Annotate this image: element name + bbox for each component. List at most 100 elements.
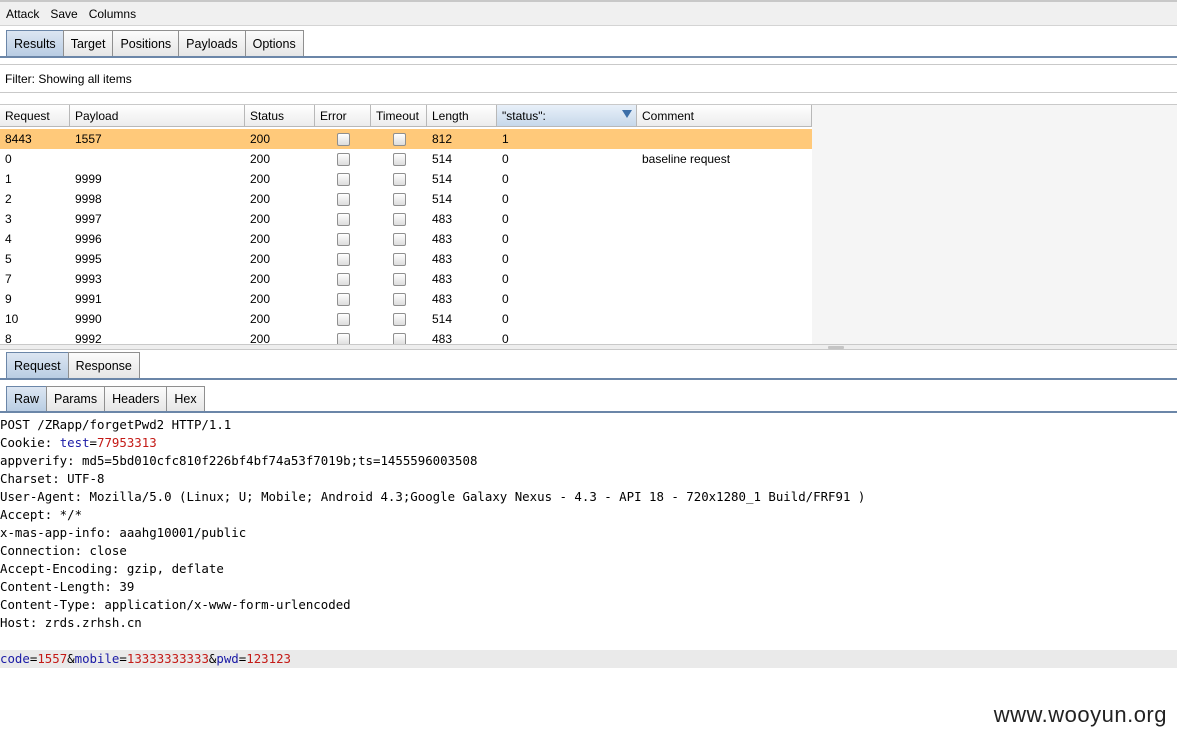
cell-length: 483 <box>432 232 453 246</box>
cell-request: 9 <box>5 292 12 306</box>
table-row[interactable]: 0 200 514 0 baseline request <box>0 149 812 169</box>
cell-status-match: 0 <box>502 292 509 306</box>
cell-payload: 9998 <box>75 192 102 206</box>
cell-status: 200 <box>250 132 271 146</box>
menu-attack[interactable]: Attack <box>4 7 41 21</box>
header-content-length: Content-Length: 39 <box>0 579 135 594</box>
cell-status-match: 0 <box>502 272 509 286</box>
cell-request: 0 <box>5 152 12 166</box>
checkbox <box>392 332 406 344</box>
tab-hex[interactable]: Hex <box>166 386 205 411</box>
cell-payload: 9990 <box>75 312 102 326</box>
cookie-eq: = <box>89 435 97 450</box>
column-header-timeout[interactable]: Timeout <box>371 105 427 127</box>
cell-status-match: 0 <box>502 212 509 226</box>
column-header-payload[interactable]: Payload <box>70 105 245 127</box>
cell-error-checkbox <box>315 289 371 309</box>
raw-request-editor[interactable]: POST /ZRapp/forgetPwd2 HTTP/1.1 Cookie: … <box>0 416 1177 742</box>
tab-payloads[interactable]: Payloads <box>178 30 246 56</box>
cell-status: 200 <box>250 332 271 344</box>
cell-payload: 1557 <box>75 132 102 146</box>
cell-status-match: 0 <box>502 232 509 246</box>
cookie-header: Cookie: test=77953313 <box>0 434 1177 452</box>
cell-error-checkbox <box>315 309 371 329</box>
cell-error-checkbox <box>315 209 371 229</box>
cell-length: 483 <box>432 332 453 344</box>
cell-error-checkbox <box>315 189 371 209</box>
tab-params[interactable]: Params <box>46 386 106 411</box>
tab-target[interactable]: Target <box>62 30 114 56</box>
filter-bar[interactable]: Filter: Showing all items <box>0 64 1177 93</box>
column-header-error[interactable]: Error <box>315 105 371 127</box>
tab-results[interactable]: Results <box>6 30 64 56</box>
menu-bar: Attack Save Columns <box>0 2 1177 26</box>
tab-response[interactable]: Response <box>67 352 140 378</box>
table-row[interactable]: 5 9995 200 483 0 <box>0 249 812 269</box>
cell-error-checkbox <box>315 329 371 344</box>
cell-timeout-checkbox <box>371 329 427 344</box>
tab-positions[interactable]: Positions <box>112 30 180 56</box>
cell-timeout-checkbox <box>371 249 427 269</box>
checkbox <box>392 232 406 246</box>
cookie-value: 77953313 <box>97 435 157 450</box>
tab-options[interactable]: Options <box>244 30 304 56</box>
column-header-status[interactable]: Status <box>245 105 315 127</box>
table-row[interactable]: 8 9992 200 483 0 <box>0 329 812 344</box>
cell-request: 10 <box>5 312 19 326</box>
cell-length: 483 <box>432 272 453 286</box>
cell-length: 514 <box>432 192 453 206</box>
cell-timeout-checkbox <box>371 149 427 169</box>
body-param-pwd-value: 123123 <box>246 651 292 666</box>
body-param-mobile-name: mobile <box>74 651 120 666</box>
table-row[interactable]: 4 9996 200 483 0 <box>0 229 812 249</box>
table-row[interactable]: 1 9999 200 514 0 <box>0 169 812 189</box>
cell-request: 3 <box>5 212 12 226</box>
pane-splitter[interactable] <box>0 344 1177 350</box>
cell-comment <box>637 129 812 149</box>
cell-status-match: 0 <box>502 252 509 266</box>
splitter-grip-icon[interactable] <box>828 346 844 349</box>
cell-status-match: 1 <box>502 132 509 146</box>
tab-raw[interactable]: Raw <box>6 386 48 411</box>
cell-status-match: 0 <box>502 332 509 344</box>
cell-comment: baseline request <box>642 152 731 166</box>
table-row[interactable]: 8443 1557 200 812 1 <box>0 129 812 149</box>
filter-text: Filter: Showing all items <box>5 71 132 86</box>
cell-timeout-checkbox <box>371 269 427 289</box>
header-user-agent: User-Agent: Mozilla/5.0 (Linux; U; Mobil… <box>0 489 866 504</box>
cell-timeout-checkbox <box>371 209 427 229</box>
table-row[interactable]: 10 9990 200 514 0 <box>0 309 812 329</box>
cell-status: 200 <box>250 252 271 266</box>
checkbox <box>336 272 350 286</box>
column-header-status-match[interactable]: "status": <box>497 105 637 127</box>
cell-status: 200 <box>250 212 271 226</box>
column-header-length[interactable]: Length <box>427 105 497 127</box>
menu-columns[interactable]: Columns <box>87 7 138 21</box>
header-charset: Charset: UTF-8 <box>0 471 105 486</box>
cell-request: 2 <box>5 192 12 206</box>
table-row[interactable]: 9 9991 200 483 0 <box>0 289 812 309</box>
column-header-request[interactable]: Request <box>0 105 70 127</box>
table-empty-area <box>812 105 1177 344</box>
header-connection: Connection: close <box>0 543 127 558</box>
cell-comment <box>637 169 812 189</box>
column-header-comment[interactable]: Comment <box>637 105 812 127</box>
checkbox <box>392 212 406 226</box>
tab-headers[interactable]: Headers <box>104 386 168 411</box>
menu-save[interactable]: Save <box>48 7 79 21</box>
checkbox <box>392 172 406 186</box>
table-row[interactable]: 3 9997 200 483 0 <box>0 209 812 229</box>
body-param-code-name: code <box>0 651 30 666</box>
table-row[interactable]: 2 9998 200 514 0 <box>0 189 812 209</box>
cell-timeout-checkbox <box>371 189 427 209</box>
body-param-code-value: 1557 <box>37 651 68 666</box>
tab-request[interactable]: Request <box>6 352 69 378</box>
table-row[interactable]: 7 9993 200 483 0 <box>0 269 812 289</box>
checkbox <box>336 132 350 146</box>
table-body: 8443 1557 200 812 1 0 200 514 0 baseline request 1… <box>0 129 812 344</box>
cell-payload: 9991 <box>75 292 102 306</box>
cell-error-checkbox <box>315 269 371 289</box>
checkbox <box>336 312 350 326</box>
body-eq-2: = <box>119 651 127 666</box>
